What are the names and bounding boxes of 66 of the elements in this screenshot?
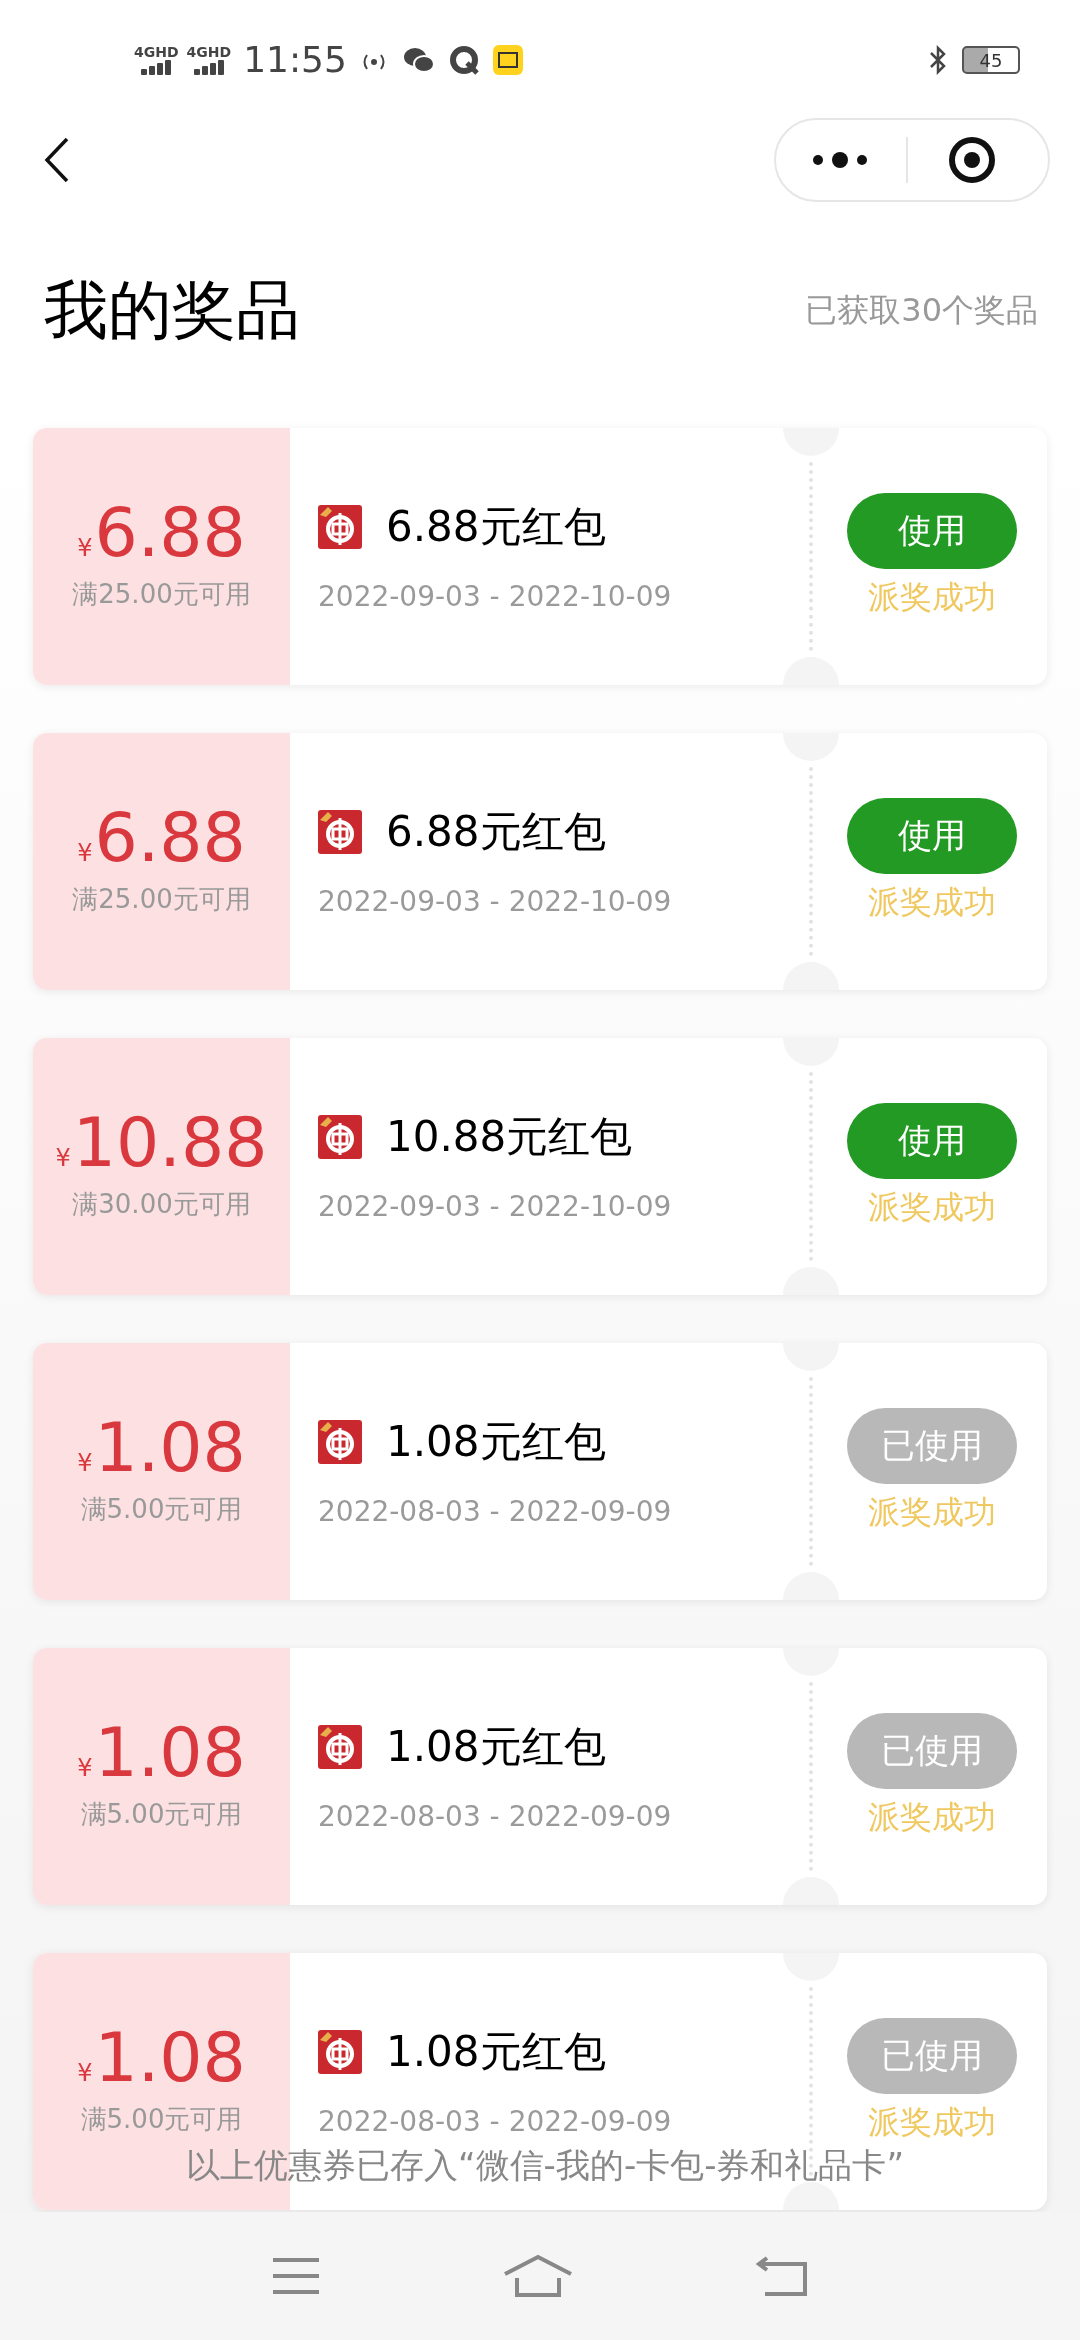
currency-symbol: ¥ xyxy=(77,1753,93,1784)
coupon-amount: 6.88 xyxy=(94,499,246,567)
coupon-name: 10.88元红包 xyxy=(386,1111,633,1163)
bank-logo-icon xyxy=(318,1724,362,1769)
validity-period: 2022-09-03 - 2022-10-09 xyxy=(318,1189,673,1225)
back-nav-icon[interactable] xyxy=(755,2254,809,2298)
validity-period: 2022-09-03 - 2022-10-09 xyxy=(318,884,673,920)
currency-symbol: ¥ xyxy=(77,2058,93,2089)
bank-logo-icon xyxy=(318,2029,362,2074)
validity-period: 2022-08-03 - 2022-09-09 xyxy=(318,2104,673,2140)
menu-icon[interactable] xyxy=(271,2256,321,2296)
coupon-amount: 10.88 xyxy=(72,1109,268,1177)
more-icon[interactable] xyxy=(812,152,868,168)
usage-condition: 满5.00元可用 xyxy=(80,1798,243,1831)
home-icon[interactable] xyxy=(503,2254,573,2298)
usage-condition: 满5.00元可用 xyxy=(80,2103,243,2136)
battery-indicator: 45 xyxy=(962,46,1020,74)
validity-period: 2022-09-03 - 2022-10-09 xyxy=(318,579,673,615)
clock-time: 11:55 xyxy=(243,38,347,82)
signal-icon xyxy=(139,59,174,75)
bank-logo-icon xyxy=(318,1419,362,1464)
coupon-amount: 6.88 xyxy=(94,804,246,872)
back-icon[interactable] xyxy=(44,137,70,183)
currency-symbol: ¥ xyxy=(77,1448,93,1479)
coupon-amount: 1.08 xyxy=(94,2024,246,2092)
use-button[interactable]: 使用 xyxy=(847,1102,1017,1179)
usage-condition: 满5.00元可用 xyxy=(80,1493,243,1526)
bank-logo-icon xyxy=(318,1114,362,1159)
coupon-name: 1.08元红包 xyxy=(386,1721,606,1773)
used-button[interactable]: 已使用 xyxy=(847,1712,1017,1789)
use-button[interactable]: 使用 xyxy=(847,797,1017,874)
coupon-amount: 1.08 xyxy=(94,1719,246,1787)
delivery-status: 派奖成功 xyxy=(868,1186,996,1228)
bluetooth-icon xyxy=(928,45,948,75)
delivery-status: 派奖成功 xyxy=(868,881,996,923)
usage-condition: 满25.00元可用 xyxy=(72,578,251,611)
delivery-status: 派奖成功 xyxy=(868,2101,996,2143)
app-circle-icon xyxy=(448,45,479,75)
bank-logo-icon xyxy=(318,809,362,854)
delivery-status: 派奖成功 xyxy=(868,576,996,618)
signal-icon xyxy=(191,59,226,75)
prize-count: 已获取30个奖品 xyxy=(805,290,1038,331)
network-label: 4GHD xyxy=(134,45,179,59)
use-button[interactable]: 使用 xyxy=(847,492,1017,569)
app-badge-icon xyxy=(492,45,523,75)
used-button[interactable]: 已使用 xyxy=(847,2017,1017,2094)
used-button[interactable]: 已使用 xyxy=(847,1407,1017,1484)
validity-period: 2022-08-03 - 2022-09-09 xyxy=(318,1799,673,1835)
coupon-name: 1.08元红包 xyxy=(386,2026,606,2078)
currency-symbol: ¥ xyxy=(77,533,93,564)
currency-symbol: ¥ xyxy=(77,838,93,869)
currency-symbol: ¥ xyxy=(55,1143,71,1174)
coupon-name: 6.88元红包 xyxy=(386,501,606,553)
close-target-icon[interactable] xyxy=(948,136,996,184)
toast-message: 以上优惠券已存入“微信-我的-卡包-券和礼品卡” xyxy=(186,2144,905,2187)
validity-period: 2022-08-03 - 2022-09-09 xyxy=(318,1494,673,1530)
coupon-name: 6.88元红包 xyxy=(386,806,606,858)
bank-logo-icon xyxy=(318,504,362,549)
delivery-status: 派奖成功 xyxy=(868,1491,996,1533)
coupon-name: 1.08元红包 xyxy=(386,1416,606,1468)
coupon-amount: 1.08 xyxy=(94,1414,246,1482)
usage-condition: 满30.00元可用 xyxy=(72,1188,251,1221)
usage-condition: 满25.00元可用 xyxy=(72,883,251,916)
network-label: 4GHD xyxy=(186,45,232,59)
page-title: 我的奖品 xyxy=(44,272,300,349)
delivery-status: 派奖成功 xyxy=(868,1796,996,1838)
